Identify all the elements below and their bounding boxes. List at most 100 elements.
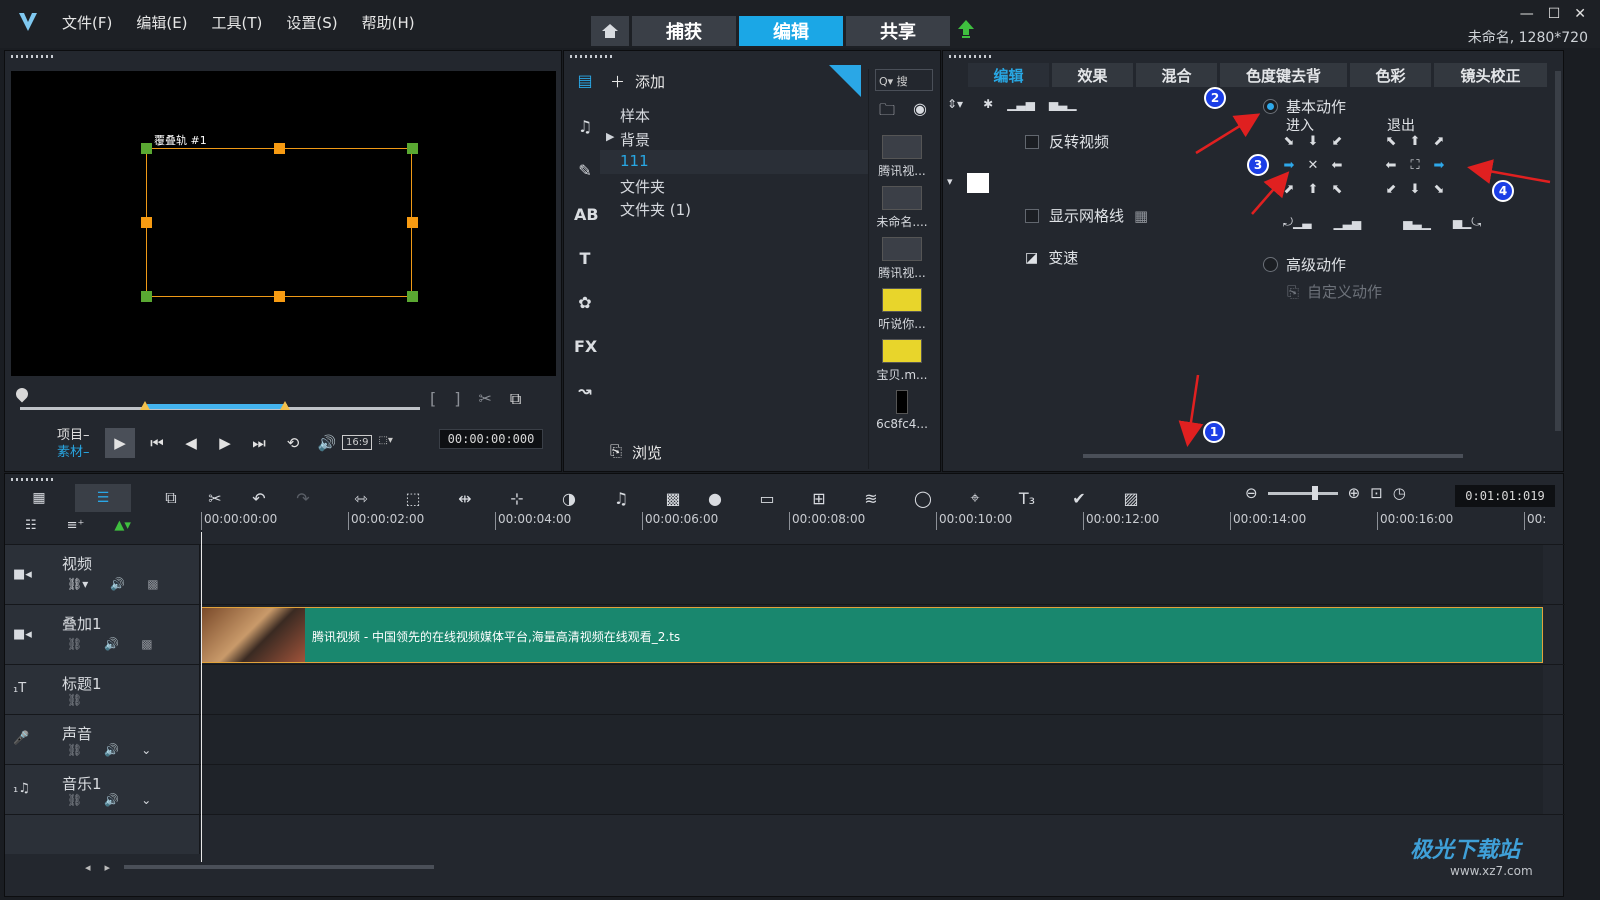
tab-edit[interactable]: 编辑 — [739, 16, 843, 46]
browse-button[interactable]: ⎘ 浏览 — [610, 442, 662, 463]
panel-grip[interactable] — [949, 55, 993, 58]
record-icon[interactable]: ◯ — [905, 489, 941, 508]
voice-lane[interactable] — [201, 715, 1543, 764]
timeline-view-button[interactable]: ☰ — [75, 484, 131, 512]
instant-project-icon[interactable]: ✎ — [574, 161, 596, 183]
scroll-right-icon[interactable]: ▸ — [105, 861, 111, 874]
tab-options-chroma-key[interactable]: 色度键去背 — [1220, 63, 1347, 87]
color-grading-icon[interactable]: ● — [697, 489, 733, 508]
entry-direction-5[interactable]: ⬅ — [1326, 155, 1348, 177]
copy-frame-icon[interactable]: ⧉ — [510, 389, 521, 409]
time-remap-icon[interactable]: ⊹ — [499, 489, 535, 508]
audio-mix-icon[interactable]: ♫ — [603, 489, 639, 508]
resize-handle-tl[interactable] — [141, 143, 152, 154]
trim-marker-in[interactable] — [140, 401, 150, 410]
exit-direction-8[interactable]: ⬊ — [1428, 179, 1450, 201]
close-button[interactable]: ✕ — [1574, 6, 1586, 22]
repeat-button[interactable]: ⟲ — [281, 431, 305, 455]
smart-package-icon[interactable]: ✔ — [1061, 489, 1097, 508]
folder-item[interactable]: 样本 — [600, 103, 868, 127]
menu-edit[interactable]: 编辑(E) — [124, 12, 199, 33]
media-thumbnail[interactable]: 腾讯视... — [873, 237, 931, 281]
entry-direction-0[interactable]: ⬊ — [1278, 131, 1300, 153]
entry-rotate-icon[interactable]: ⤾▁▃ — [1283, 215, 1311, 230]
media-thumbnail[interactable]: 腾讯视... — [873, 135, 931, 179]
mark-out-icon[interactable]: ] — [454, 389, 460, 409]
preview-screen[interactable]: 覆叠轨 #1 — [11, 71, 556, 376]
zoom-out-icon[interactable]: ⊖ — [1245, 484, 1258, 502]
resize-handle-t[interactable] — [274, 143, 285, 154]
maximize-button[interactable]: ☐ — [1548, 6, 1561, 22]
fit-project-icon[interactable]: ⇿ — [343, 489, 379, 508]
project-mode-label[interactable]: 项目 — [57, 428, 83, 443]
play-button[interactable]: ▶ — [105, 428, 135, 458]
link-icon[interactable]: ⛓▾ — [67, 577, 88, 591]
advanced-motion-radio[interactable] — [1263, 257, 1278, 272]
basic-motion-option[interactable]: 基本动作 — [1263, 96, 1346, 117]
tab-options-edit[interactable]: 编辑 — [968, 63, 1049, 87]
link-icon[interactable]: ⛓ — [67, 637, 82, 651]
link-icon[interactable]: ⛓ — [67, 793, 82, 807]
mute-track-icon[interactable]: 🔊 — [104, 743, 119, 757]
link-icon[interactable]: ⛓ — [67, 743, 82, 757]
background-color-swatch[interactable] — [967, 173, 989, 193]
video-lane[interactable] — [201, 545, 1543, 604]
search-input[interactable]: Q▾ 搜 — [875, 69, 933, 91]
options-horizontal-scrollbar[interactable] — [1083, 454, 1463, 458]
resize-handle-bl[interactable] — [141, 291, 152, 302]
chapter-marker-icon[interactable]: ▲▾ — [114, 518, 131, 533]
menu-file[interactable]: 文件(F) — [50, 12, 124, 33]
trim-selection[interactable] — [147, 404, 287, 409]
path-icon[interactable]: ↝ — [574, 381, 596, 403]
media-icon[interactable]: ▤ — [574, 71, 596, 93]
minimize-button[interactable]: — — [1520, 6, 1534, 22]
show-grid-option[interactable]: 显示网格线 ▦ — [1025, 205, 1148, 226]
prev-frame-button[interactable]: ◀ — [179, 431, 203, 455]
next-frame-button[interactable]: ▶ — [213, 431, 237, 455]
exit-direction-7[interactable]: ⬇ — [1404, 179, 1426, 201]
exit-direction-4[interactable]: ⛶ — [1404, 155, 1426, 177]
pin-icon[interactable] — [829, 65, 861, 97]
add-folder-button[interactable]: ＋ 添加 — [610, 71, 665, 92]
basic-motion-radio[interactable] — [1263, 99, 1278, 114]
ripple-icon[interactable]: ▩ — [147, 577, 158, 591]
exit-direction-1[interactable]: ⬆ — [1404, 131, 1426, 153]
overlay-bounding-box[interactable] — [146, 148, 412, 297]
music-lane[interactable] — [201, 765, 1543, 814]
expand-track-icon[interactable]: ⌄ — [141, 793, 151, 807]
mask-icon[interactable]: ◑ — [551, 489, 587, 508]
aspect-ratio-select[interactable]: 16:9 — [342, 435, 373, 450]
media-thumbnail[interactable]: 听说你... — [873, 288, 931, 332]
menu-tools[interactable]: 工具(T) — [200, 12, 275, 33]
panel-grip[interactable] — [11, 55, 55, 58]
mute-track-icon[interactable]: 🔊 — [104, 793, 119, 807]
entry-direction-3[interactable]: ➡ — [1278, 155, 1300, 177]
tab-options-color[interactable]: 色彩 — [1350, 63, 1431, 87]
zoom-in-icon[interactable]: ⊕ — [1348, 484, 1361, 502]
media-thumbnail[interactable]: 宝贝.m... — [873, 339, 931, 383]
exit-direction-6[interactable]: ⬋ — [1380, 179, 1402, 201]
go-start-button[interactable]: ⏮ — [145, 431, 169, 455]
home-button[interactable] — [591, 16, 629, 46]
project-duration[interactable]: 0:01:01:019 — [1455, 485, 1555, 507]
multicam-icon[interactable]: ▩ — [655, 489, 691, 508]
pan-zoom-icon[interactable]: ⬚ — [395, 489, 431, 508]
entry-direction-1[interactable]: ⬇ — [1302, 131, 1324, 153]
timeline-playhead[interactable] — [201, 532, 202, 862]
exit-direction-2[interactable]: ⬈ — [1428, 131, 1450, 153]
entry-fade-icon[interactable]: ▁▃▅ — [1333, 216, 1361, 230]
overlay-lane[interactable]: 腾讯视频 - 中国领先的在线视频媒体平台,海量高清视频在线观看_2.ts — [201, 605, 1543, 664]
entry-direction-2[interactable]: ⬋ — [1326, 131, 1348, 153]
zoom-slider[interactable] — [1267, 485, 1338, 500]
filter-icon[interactable]: FX — [574, 337, 597, 359]
speed-option[interactable]: ◪ 变速 — [1025, 247, 1078, 268]
link-icon[interactable]: ⛓ — [67, 693, 82, 707]
tools-icon[interactable]: ✂ — [197, 489, 233, 508]
volume-button[interactable]: 🔊 — [315, 431, 339, 455]
expand-track-icon[interactable]: ⌄ — [141, 743, 151, 757]
mark-in-icon[interactable]: [ — [430, 389, 436, 409]
graphic-icon[interactable]: ✿ — [574, 293, 596, 315]
timeline-clip[interactable]: 腾讯视频 - 中国领先的在线视频媒体平台,海量高清视频在线观看_2.ts — [201, 607, 1543, 663]
color-dropdown-icon[interactable]: ▾ — [947, 175, 953, 188]
entry-direction-6[interactable]: ⬈ — [1278, 179, 1300, 201]
